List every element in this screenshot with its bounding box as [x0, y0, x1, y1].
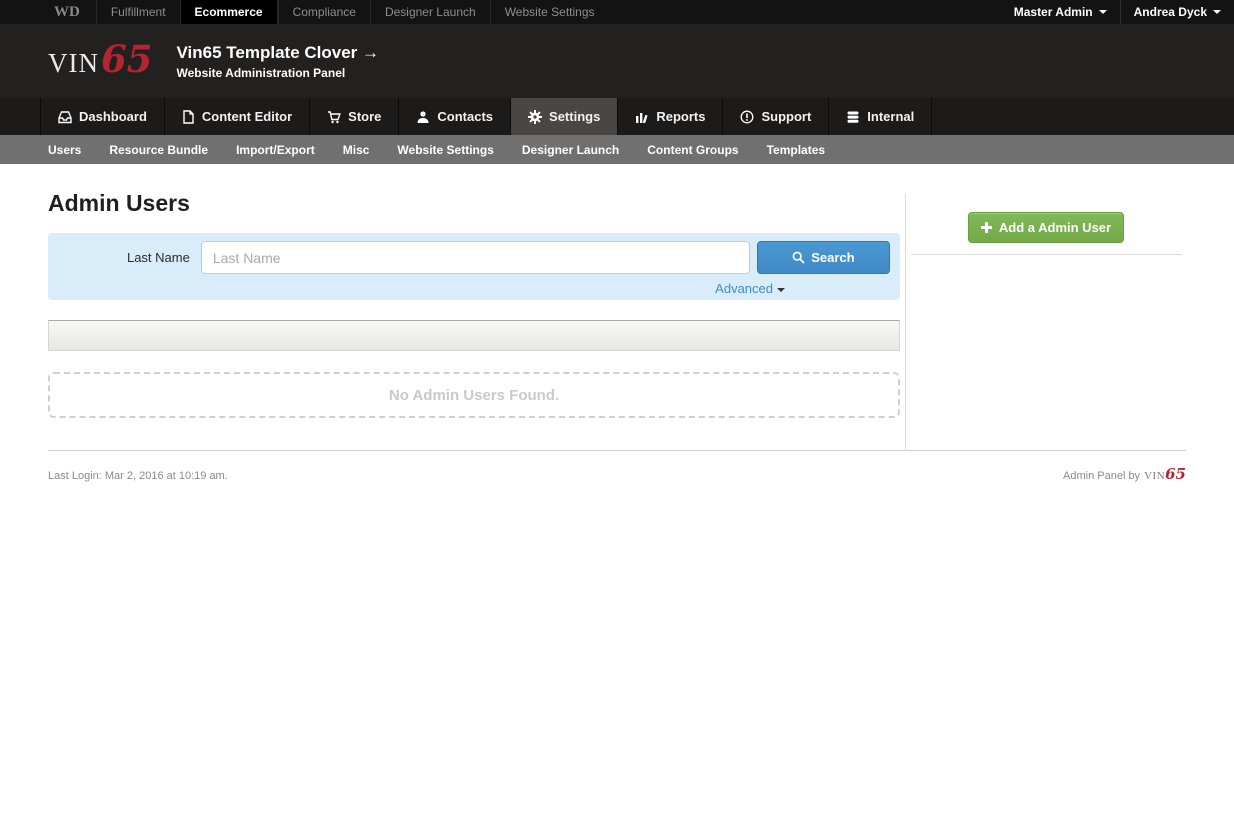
- master-admin-label: Master Admin: [1014, 5, 1093, 19]
- subnav-item-designer-launch[interactable]: Designer Launch: [508, 143, 633, 157]
- site-title-link[interactable]: Vin65 Template Clover →: [177, 43, 380, 63]
- tab-label: Content Editor: [202, 109, 292, 124]
- subnav-item-resource-bundle[interactable]: Resource Bundle: [95, 143, 222, 157]
- brand-header: VIN 65 Vin65 Template Clover → Website A…: [0, 24, 1234, 98]
- tab-settings[interactable]: Settings: [511, 98, 618, 135]
- content-area: Admin Users Last Name Search Advanced No…: [0, 190, 1234, 418]
- person-icon: [416, 110, 430, 124]
- topbar-item-website-settings[interactable]: Website Settings: [490, 0, 609, 24]
- topbar-spacer: [609, 0, 1001, 24]
- chevron-down-icon: [1099, 10, 1107, 14]
- caret-down-icon: [777, 288, 785, 292]
- tab-internal[interactable]: Internal: [829, 98, 932, 135]
- subnav-item-content-groups[interactable]: Content Groups: [633, 143, 752, 157]
- search-button-label: Search: [811, 250, 854, 265]
- chevron-down-icon: [1213, 10, 1221, 14]
- tab-store[interactable]: Store: [310, 98, 399, 135]
- add-admin-user-label: Add a Admin User: [999, 220, 1111, 235]
- last-name-input[interactable]: [201, 241, 750, 274]
- search-button[interactable]: Search: [757, 241, 890, 274]
- exclamation-circle-icon: [740, 110, 754, 124]
- vin65-logo-vin: VIN: [48, 48, 99, 79]
- topbar-item-fulfillment[interactable]: Fulfillment: [96, 0, 180, 24]
- gear-icon: [528, 110, 542, 124]
- cart-icon: [327, 110, 341, 124]
- database-icon: [846, 110, 860, 124]
- subnav-item-users[interactable]: Users: [34, 143, 95, 157]
- vin65-logo[interactable]: VIN 65: [48, 44, 153, 79]
- subnav-item-misc[interactable]: Misc: [329, 143, 384, 157]
- master-admin-menu[interactable]: Master Admin: [1001, 0, 1120, 24]
- tab-dashboard[interactable]: Dashboard: [40, 98, 165, 135]
- vin65-logo-65: 65: [101, 44, 153, 74]
- search-icon: [792, 251, 805, 264]
- tab-content-editor[interactable]: Content Editor: [165, 98, 310, 135]
- empty-results-box: No Admin Users Found.: [48, 372, 900, 418]
- user-name-label: Andrea Dyck: [1134, 5, 1207, 19]
- top-utility-bar: WD Fulfillment Ecommerce Compliance Desi…: [0, 0, 1234, 24]
- empty-results-message: No Admin Users Found.: [389, 387, 559, 404]
- add-admin-user-button[interactable]: Add a Admin User: [968, 212, 1124, 243]
- dashboard-icon: [58, 110, 72, 124]
- document-icon: [182, 110, 195, 124]
- tab-label: Dashboard: [79, 109, 147, 124]
- tab-label: Reports: [656, 109, 705, 124]
- admin-panel-subtitle: Website Administration Panel: [177, 66, 380, 80]
- tab-label: Store: [348, 109, 381, 124]
- subnav-item-import-export[interactable]: Import/Export: [222, 143, 329, 157]
- footer-divider: [48, 450, 1186, 451]
- tab-support[interactable]: Support: [723, 98, 829, 135]
- tab-contacts[interactable]: Contacts: [399, 98, 511, 135]
- credit-text: Admin Panel by: [1063, 470, 1140, 482]
- tab-label: Contacts: [437, 109, 493, 124]
- footer-credit: Admin Panel by VIN 65: [1063, 465, 1186, 483]
- wd-logo[interactable]: WD: [0, 0, 96, 24]
- advanced-search-toggle[interactable]: Advanced: [715, 281, 785, 296]
- plus-icon: [981, 222, 992, 233]
- bar-chart-icon: [635, 110, 649, 124]
- advanced-label: Advanced: [715, 281, 773, 296]
- right-sidebar: Add a Admin User: [906, 190, 1186, 255]
- last-login-text: Last Login: Mar 2, 2016 at 10:19 am.: [48, 470, 228, 482]
- settings-sub-navigation: Users Resource Bundle Import/Export Misc…: [0, 135, 1234, 164]
- topbar-item-ecommerce[interactable]: Ecommerce: [180, 0, 278, 24]
- search-panel: Last Name Search Advanced: [48, 233, 900, 300]
- main-navigation: Dashboard Content Editor Store Contacts …: [0, 98, 1234, 135]
- tab-label: Settings: [549, 109, 600, 124]
- tab-reports[interactable]: Reports: [618, 98, 723, 135]
- credit-vin65-logo-vin: VIN: [1144, 470, 1165, 482]
- subnav-item-website-settings[interactable]: Website Settings: [383, 143, 507, 157]
- credit-vin65-logo-65: 65: [1165, 465, 1186, 483]
- sidebar-divider: [911, 254, 1182, 255]
- tab-label: Support: [761, 109, 811, 124]
- topbar-item-designer-launch[interactable]: Designer Launch: [370, 0, 490, 24]
- subnav-item-templates[interactable]: Templates: [753, 143, 839, 157]
- results-grid-header: [48, 320, 900, 351]
- topbar-item-compliance[interactable]: Compliance: [278, 0, 370, 24]
- last-name-label: Last Name: [48, 250, 201, 265]
- user-menu-andrea-dyck[interactable]: Andrea Dyck: [1120, 0, 1234, 24]
- tab-label: Internal: [867, 109, 914, 124]
- footer: Last Login: Mar 2, 2016 at 10:19 am. Adm…: [48, 465, 1186, 483]
